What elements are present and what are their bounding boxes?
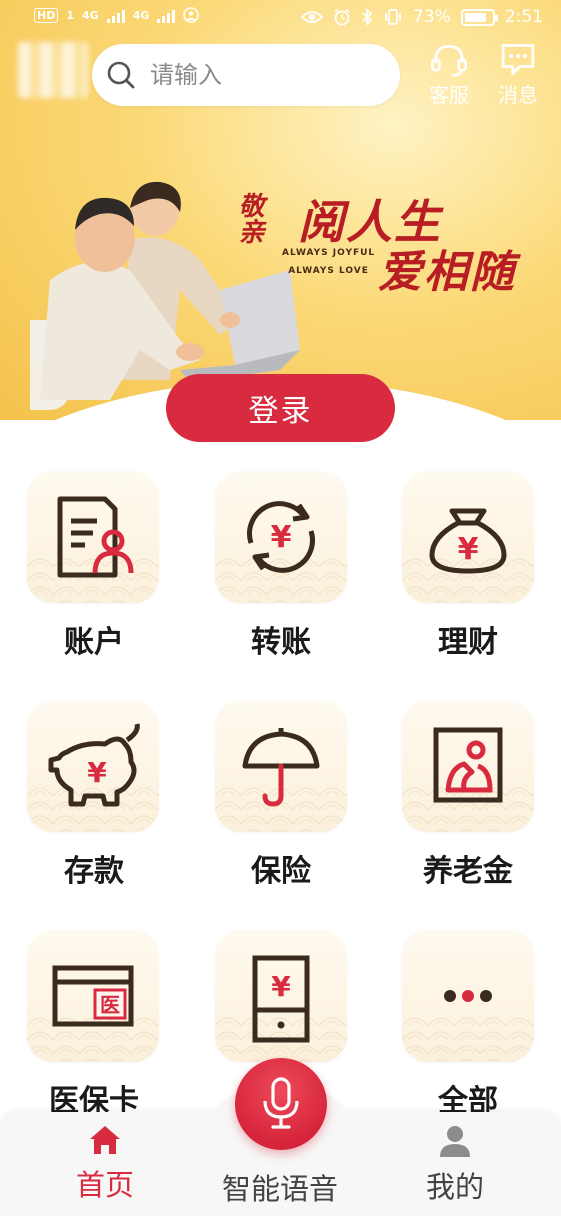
nav-voice[interactable]: 智能语音	[205, 1166, 355, 1208]
medical-card-icon: 医	[52, 965, 134, 1027]
microphone-icon	[263, 1077, 299, 1129]
account-tile[interactable]	[27, 471, 159, 603]
slogan-line1: ALWAYS JOYFUL	[282, 248, 376, 258]
phone-banking-tile[interactable]: ¥	[215, 930, 347, 1062]
status-right: 73% 2:51	[301, 7, 543, 27]
wealth-bag-icon: ¥	[429, 508, 507, 574]
status-left: HD 1 4G 4G	[34, 7, 200, 23]
banner-title-line2: 爱相随	[378, 247, 516, 298]
headset-icon	[431, 44, 467, 77]
account-label: 账户	[64, 625, 124, 660]
search-input[interactable]	[150, 61, 370, 89]
search-icon	[107, 61, 135, 89]
customer-service-button[interactable]: 客服	[419, 42, 479, 108]
phone-yuan-icon: ¥	[252, 955, 310, 1043]
all-services-tile[interactable]	[402, 930, 534, 1062]
more-dots-icon	[444, 990, 492, 1002]
insurance-label: 保险	[251, 854, 311, 889]
person-icon	[440, 1126, 470, 1157]
status-bar: HD 1 4G 4G 73% 2:51	[0, 0, 561, 38]
calligraphy-stamp: 敬亲	[234, 192, 264, 244]
umbrella-icon	[242, 728, 320, 807]
hd-label: HD	[34, 7, 59, 23]
phone-yuan-glyph: ¥	[271, 970, 291, 1003]
nav-home[interactable]: 首页	[30, 1124, 180, 1204]
nav-voice-label: 智能语音	[221, 1172, 338, 1206]
transfer-icon: ¥	[247, 501, 315, 573]
pension-label: 养老金	[423, 854, 513, 889]
home-icon	[90, 1126, 120, 1154]
transfer-label: 转账	[251, 625, 311, 660]
face-id-icon	[183, 7, 200, 23]
eye-icon	[301, 11, 324, 23]
vibrate-icon	[385, 9, 401, 25]
nav-mine[interactable]: 我的	[380, 1124, 530, 1206]
network-label-2: 4G	[132, 8, 150, 22]
pension-tile[interactable]	[402, 700, 534, 832]
nav-mine-label: 我的	[425, 1170, 484, 1204]
network-label-1: 4G	[82, 8, 99, 22]
bank-logo[interactable]	[18, 42, 88, 98]
deposit-yuan-glyph: ¥	[87, 756, 107, 789]
login-button[interactable]: 登录	[166, 374, 395, 442]
pension-portrait-icon	[433, 727, 503, 803]
wealth-label: 理财	[438, 625, 498, 660]
messages-button[interactable]: 消息	[488, 42, 548, 108]
transfer-tile[interactable]: ¥	[215, 471, 347, 603]
signal-icon-1	[106, 7, 125, 23]
alarm-icon	[334, 8, 350, 26]
customer-service-label: 客服	[429, 83, 469, 107]
transfer-yuan-glyph: ¥	[271, 520, 292, 555]
bluetooth-icon	[362, 8, 373, 26]
clock-time: 2:51	[504, 7, 543, 27]
slogan-line2: ALWAYS LOVE	[288, 266, 369, 276]
message-icon	[501, 44, 535, 75]
medical-glyph: 医	[100, 993, 120, 1017]
battery-icon	[460, 8, 498, 26]
sim-label: 1	[66, 8, 74, 22]
deposit-label: 存款	[64, 854, 124, 889]
battery-percent: 73%	[413, 7, 451, 27]
wealth-yuan-glyph: ¥	[458, 532, 479, 567]
insurance-tile[interactable]	[215, 700, 347, 832]
deposit-tile[interactable]: ¥	[27, 700, 159, 832]
messages-label: 消息	[498, 83, 538, 107]
piggy-bank-icon: ¥	[48, 723, 140, 807]
wealth-tile[interactable]: ¥	[402, 471, 534, 603]
account-icon	[57, 496, 134, 578]
medical-card-tile[interactable]: 医	[27, 930, 159, 1062]
nav-home-label: 首页	[75, 1168, 134, 1202]
voice-assistant-button[interactable]	[235, 1058, 327, 1150]
search-bar[interactable]	[92, 44, 400, 106]
signal-icon-2	[157, 7, 176, 23]
banner-slogan: ALWAYS JOYFUL ALWAYS LOVE	[282, 244, 375, 280]
